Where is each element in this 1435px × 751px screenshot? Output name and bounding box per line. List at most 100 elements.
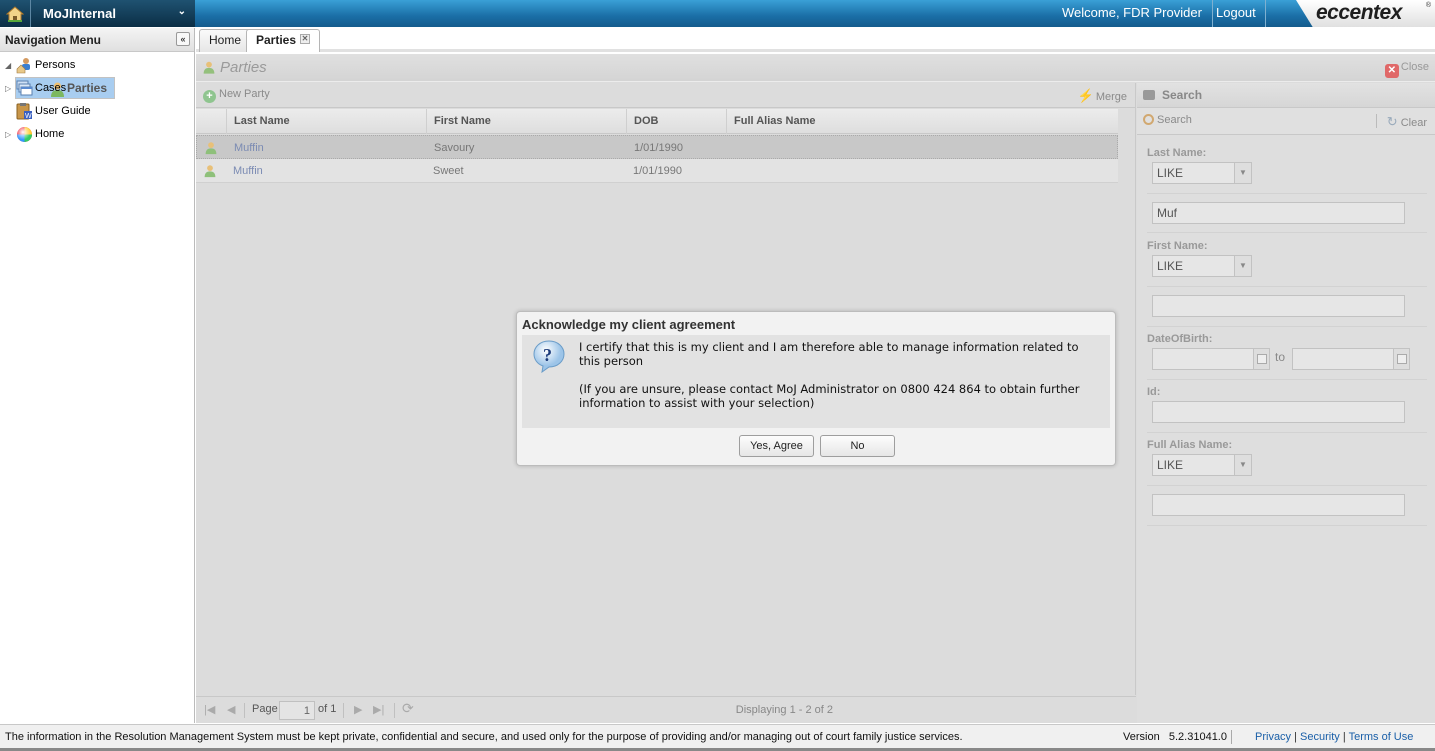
tab-home[interactable]: Home <box>199 29 252 52</box>
panel-header: Parties ✕ Close <box>196 54 1435 82</box>
close-tab-icon[interactable]: ✕ <box>300 34 311 44</box>
divider <box>1147 485 1427 486</box>
top-bar: MoJInternal ⌄ Welcome, FDR Provider Logo… <box>0 0 1435 27</box>
first-name-operator-select[interactable]: LIKE ▼ <box>1152 255 1252 277</box>
new-party-button[interactable]: + New Party <box>203 88 270 103</box>
tab-parties[interactable]: Parties ✕ <box>246 29 321 52</box>
logout-link[interactable]: Logout <box>1205 0 1266 27</box>
persons-icon <box>16 58 30 74</box>
registered-mark: ® <box>1425 2 1431 9</box>
column-header-first-name[interactable]: First Name <box>426 109 626 134</box>
nav-item-home[interactable]: ▷ Home <box>0 123 194 146</box>
dob-to-input[interactable] <box>1292 348 1410 370</box>
privacy-link[interactable]: Privacy <box>1255 731 1291 743</box>
brand-text: eccentex <box>1316 1 1402 24</box>
welcome-text: Welcome, FDR Provider <box>1052 0 1213 27</box>
version-number: 5.2.31041.0 <box>1168 731 1227 743</box>
last-name-operator-select[interactable]: LIKE ▼ <box>1152 162 1252 184</box>
binoculars-icon <box>1143 90 1155 100</box>
divider <box>1147 379 1427 380</box>
search-panel: Search Search ↻Clear Last Name: LIKE ▼ Fi… <box>1137 83 1435 723</box>
id-input[interactable] <box>1152 401 1405 423</box>
chevron-down-icon[interactable]: ▼ <box>1234 163 1251 183</box>
last-name-input[interactable] <box>1152 202 1405 224</box>
first-page-icon[interactable]: |◀ <box>204 703 215 716</box>
terms-link[interactable]: Terms of Use <box>1349 731 1414 743</box>
link-separator: | <box>1294 731 1297 743</box>
expanded-arrow-icon[interactable]: ◢ <box>5 54 11 77</box>
last-name-label: Last Name: <box>1147 147 1207 159</box>
nav-item-label: Cases <box>35 82 67 94</box>
dialog-title: Acknowledge my client agreement <box>522 317 736 332</box>
select-value: LIKE <box>1157 458 1184 472</box>
cell-last-name[interactable]: Muffin <box>226 159 263 183</box>
nav-item-cases[interactable]: ▷ Cases <box>0 77 194 100</box>
divider <box>1147 326 1427 327</box>
prev-page-icon[interactable]: ◀ <box>227 703 235 716</box>
person-icon <box>204 165 216 178</box>
merge-button[interactable]: ⚡ Merge <box>1078 88 1127 104</box>
collapse-nav-button[interactable]: « <box>176 32 190 46</box>
divider <box>1147 525 1427 526</box>
panel-title: Parties <box>220 59 267 76</box>
yes-agree-button[interactable]: Yes, Agree <box>739 435 814 457</box>
nav-item-label: Home <box>35 128 65 140</box>
column-header-last-name[interactable]: Last Name <box>226 109 426 134</box>
alias-input[interactable] <box>1152 494 1405 516</box>
brand-logo: eccentex ® <box>1296 0 1435 27</box>
last-page-icon[interactable]: ▶| <box>373 703 384 716</box>
app-name: MoJInternal <box>43 6 116 21</box>
collapsed-arrow-icon[interactable]: ▷ <box>5 77 11 100</box>
tab-label: Home <box>209 33 242 47</box>
lightning-icon: ⚡ <box>1077 88 1094 103</box>
column-header-dob[interactable]: DOB <box>626 109 726 134</box>
nav-title: Navigation Menu <box>5 33 102 47</box>
clear-button[interactable]: ↻ Clear <box>1387 114 1427 130</box>
table-row[interactable]: Muffin Savoury 1/01/1990 <box>196 135 1118 159</box>
chevron-down-icon[interactable]: ▼ <box>1234 455 1251 475</box>
next-page-icon[interactable]: ▶ <box>354 703 362 716</box>
person-icon <box>205 142 217 155</box>
alias-operator-select[interactable]: LIKE ▼ <box>1152 454 1252 476</box>
home-icon <box>6 5 24 22</box>
svg-text:?: ? <box>543 345 552 365</box>
footer: The information in the Resolution Manage… <box>0 724 1435 751</box>
cell-last-name[interactable]: Muffin <box>227 136 264 160</box>
close-panel-button[interactable]: ✕ Close <box>1384 61 1429 78</box>
nav-item-user-guide[interactable]: W User Guide <box>0 100 194 123</box>
table-row[interactable]: Muffin Sweet 1/01/1990 <box>196 159 1118 183</box>
nav-item-label: User Guide <box>35 105 91 117</box>
first-name-input[interactable] <box>1152 295 1405 317</box>
windows-icon <box>16 80 33 96</box>
page-number-input[interactable] <box>279 701 315 720</box>
column-header-full-alias-name[interactable]: Full Alias Name <box>726 109 1118 134</box>
footer-links: Privacy | Security | Terms of Use <box>1255 731 1413 743</box>
nav-item-persons[interactable]: ◢ Persons <box>0 54 194 77</box>
dialog-message: I certify that this is my client and I a… <box>579 340 1099 410</box>
displaying-count: Displaying 1 - 2 of 2 <box>735 704 833 716</box>
no-button[interactable]: No <box>820 435 895 457</box>
calendar-icon[interactable] <box>1393 349 1409 369</box>
home-button[interactable] <box>0 0 31 27</box>
acknowledge-dialog: Acknowledge my client agreement ? I cert… <box>516 311 1116 466</box>
dob-from-input[interactable] <box>1152 348 1270 370</box>
refresh-icon[interactable]: ⟳ <box>402 700 414 717</box>
chevron-down-icon[interactable]: ▼ <box>1234 256 1251 276</box>
collapsed-arrow-icon[interactable]: ▷ <box>5 123 11 146</box>
divider <box>1147 432 1427 433</box>
first-name-label: First Name: <box>1147 240 1208 252</box>
search-button[interactable]: Search <box>1143 114 1192 126</box>
page-count: of 1 <box>318 703 337 715</box>
close-icon: ✕ <box>1384 64 1399 78</box>
calendar-icon[interactable] <box>1253 349 1269 369</box>
app-selector[interactable]: MoJInternal ⌄ <box>31 0 195 27</box>
tab-strip: Home Parties ✕ <box>196 28 1435 52</box>
navigation-panel: Navigation Menu « ◢ Persons Parties ▷ Ca… <box>0 28 195 723</box>
document-icon: W <box>16 103 32 120</box>
dialog-body: ? I certify that this is my client and I… <box>522 335 1110 428</box>
version-info: Version 5.2.31041.0 <box>1123 731 1227 743</box>
divider <box>1147 193 1427 194</box>
dialog-line-2: (If you are unsure, please contact MoJ A… <box>579 382 1080 410</box>
security-link[interactable]: Security <box>1300 731 1340 743</box>
privacy-notice: The information in the Resolution Manage… <box>5 731 963 743</box>
